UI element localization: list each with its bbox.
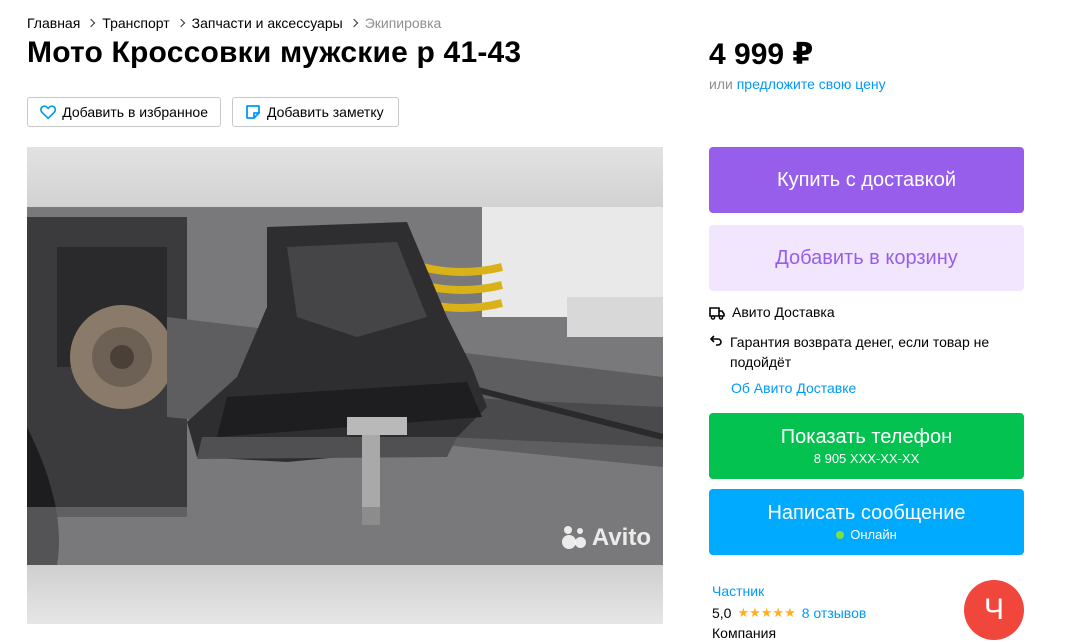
return-arrow-icon: [710, 335, 722, 346]
rating-stars-icon: ★★★★★: [737, 605, 796, 620]
write-message-label: Написать сообщение: [767, 502, 966, 524]
about-avito-delivery-link[interactable]: Об Авито Доставке: [731, 380, 856, 396]
product-photo: [27, 207, 663, 565]
breadcrumb: Главная Транспорт Запчасти и аксессуары …: [27, 15, 441, 31]
price-offer: или предложите свою цену: [709, 76, 886, 92]
suggest-price-link[interactable]: предложите свою цену: [737, 76, 886, 92]
chevron-right-icon: [176, 18, 185, 28]
seller-name-link[interactable]: Частник: [712, 583, 764, 599]
breadcrumb-item-parts[interactable]: Запчасти и аксессуары: [192, 15, 343, 31]
rating-value: 5,0: [712, 605, 732, 621]
add-note-label: Добавить заметку: [267, 104, 384, 120]
seller-kind: Компания: [712, 625, 777, 641]
add-note-button[interactable]: Добавить заметку: [232, 97, 399, 127]
page-title: Мото Кроссовки мужские р 41-43: [27, 36, 522, 69]
add-to-cart-button[interactable]: Добавить в корзину: [709, 225, 1024, 291]
add-to-favorites-label: Добавить в избранное: [62, 104, 208, 120]
heart-icon: [40, 105, 57, 120]
show-phone-label: Показать телефон: [780, 426, 953, 448]
price-offer-prefix: или: [709, 76, 733, 92]
add-to-favorites-button[interactable]: Добавить в избранное: [27, 97, 221, 127]
note-icon: [246, 105, 260, 119]
reviews-link[interactable]: 8 отзывов: [802, 605, 867, 621]
buy-with-delivery-label: Купить с доставкой: [776, 168, 957, 191]
price: 4 999 ₽: [709, 38, 814, 71]
avito-watermark: Avito: [561, 524, 651, 552]
breadcrumb-item-home[interactable]: Главная: [27, 15, 80, 31]
product-photo-gallery[interactable]: Avito: [27, 147, 663, 624]
breadcrumb-item-transport[interactable]: Транспорт: [102, 15, 169, 31]
avito-logo-icon: [561, 525, 588, 551]
money-back-guarantee: Гарантия возврата денег, если товар не п…: [709, 332, 999, 372]
breadcrumb-item-gear[interactable]: Экипировка: [365, 15, 442, 31]
avatar[interactable]: Ч: [964, 580, 1024, 640]
phone-number-masked: 8 905 XXX-XX-XX: [813, 451, 920, 466]
online-status: Онлайн: [836, 527, 897, 542]
avito-watermark-text: Avito: [591, 524, 651, 551]
avatar-letter: Ч: [984, 593, 1004, 626]
delivery-service-label: Авито Доставка: [732, 304, 835, 320]
online-indicator-icon: [836, 530, 845, 539]
show-phone-button[interactable]: Показать телефон 8 905 XXX-XX-XX: [709, 413, 1024, 479]
guarantee-text: Гарантия возврата денег, если товар не п…: [730, 334, 990, 370]
seller-rating: 5,0 ★★★★★ 8 отзывов: [712, 605, 866, 621]
truck-icon: [709, 307, 725, 320]
photo-blur-bottom: [27, 565, 663, 624]
chevron-right-icon: [349, 18, 358, 28]
chevron-right-icon: [87, 18, 96, 28]
write-message-button[interactable]: Написать сообщение Онлайн: [709, 489, 1024, 555]
photo-blur-top: [27, 147, 663, 207]
online-status-label: Онлайн: [850, 527, 897, 542]
add-to-cart-label: Добавить в корзину: [775, 246, 958, 269]
buy-with-delivery-button[interactable]: Купить с доставкой: [709, 147, 1024, 213]
delivery-info: Авито Доставка: [709, 304, 835, 320]
